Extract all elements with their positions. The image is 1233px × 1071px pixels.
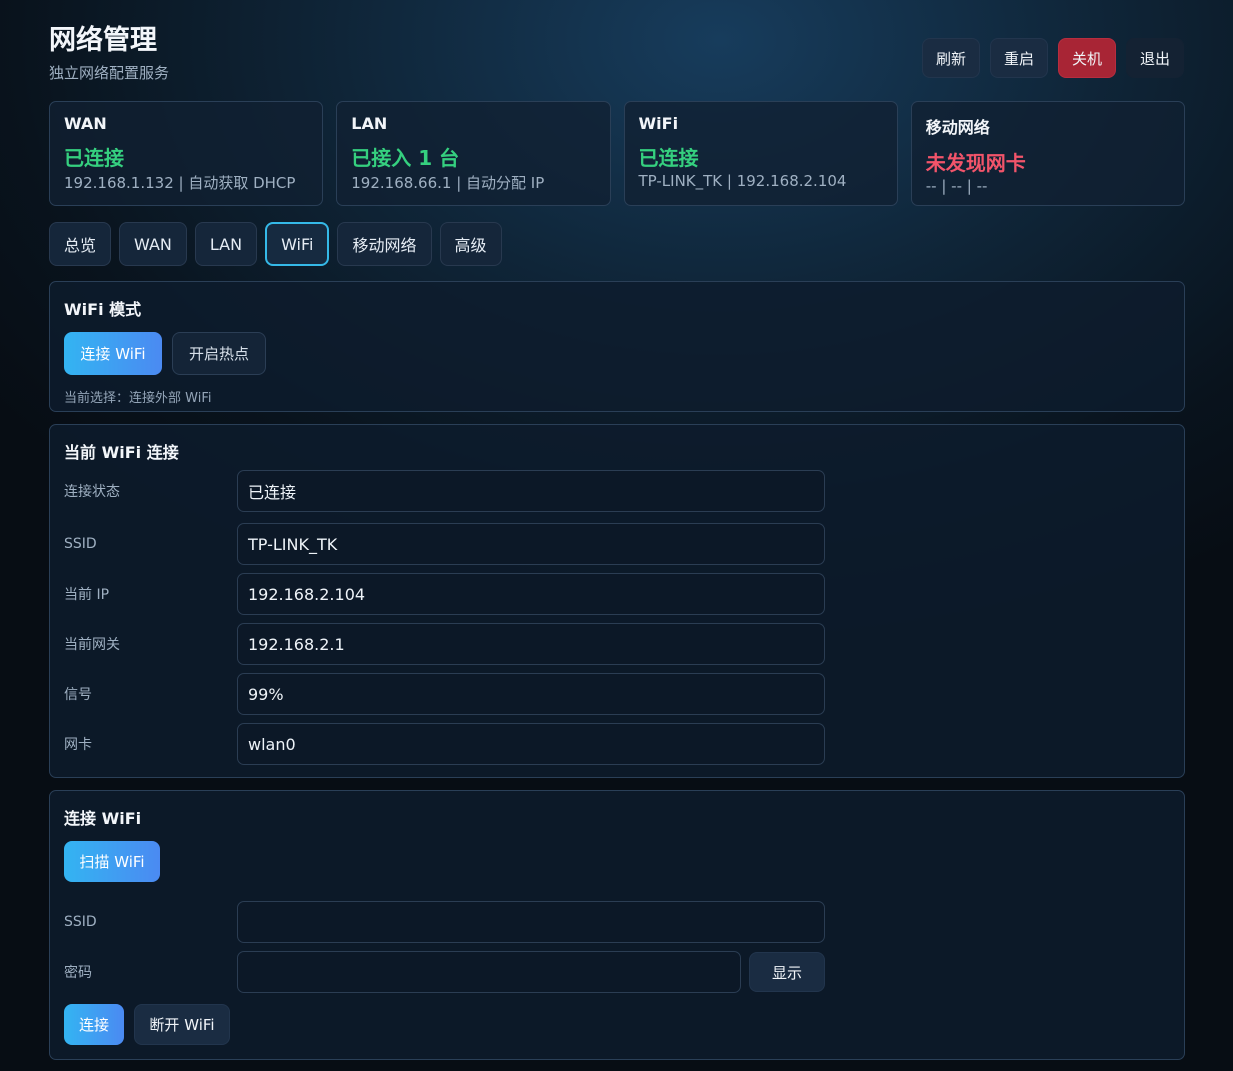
- connect-button[interactable]: 连接: [64, 1004, 124, 1045]
- current-wifi-row: 网卡 wlan0: [64, 723, 825, 765]
- wifi-card-label: WiFi: [638, 114, 679, 133]
- gateway-value: 192.168.2.1: [237, 623, 825, 665]
- tab-wifi[interactable]: WiFi: [265, 222, 330, 266]
- current-ip-value: 192.168.2.104: [237, 573, 825, 615]
- connection-status-label: 连接状态: [64, 484, 120, 500]
- current-wifi-panel: 当前 WiFi 连接 连接状态 已连接 SSID TP-LINK_TK 当前 I…: [49, 424, 1185, 778]
- connect-wifi-mode-button[interactable]: 连接 WiFi: [64, 332, 162, 375]
- wifi-card-status: 已连接: [638, 146, 699, 170]
- wifi-mode-title: WiFi 模式: [64, 300, 142, 319]
- lan-status-card: LAN 已接入 1 台 192.168.66.1 | 自动分配 IP: [336, 101, 611, 206]
- mobile-status-card: 移动网络 未发现网卡 -- | -- | --: [910, 101, 1185, 206]
- connect-actions: 连接 断开 WiFi: [64, 1004, 230, 1045]
- connection-status-value: 已连接: [237, 470, 825, 512]
- wifi-mode-hint: 当前选择：连接外部 WiFi: [64, 391, 212, 406]
- ssid-label: SSID: [64, 536, 97, 552]
- nic-value: wlan0: [237, 723, 825, 765]
- ssid-input[interactable]: [237, 901, 825, 943]
- wifi-mode-buttons: 连接 WiFi 开启热点: [64, 332, 1170, 375]
- tab-lan[interactable]: LAN: [194, 222, 258, 266]
- wan-card-label: WAN: [64, 114, 107, 133]
- wifi-mode-panel: WiFi 模式 连接 WiFi 开启热点 当前选择：连接外部 WiFi: [49, 281, 1185, 412]
- tab-bar: 总览 WAN LAN WiFi 移动网络 高级: [49, 222, 502, 266]
- signal-label: 信号: [64, 687, 92, 703]
- hotspot-mode-button[interactable]: 开启热点: [172, 332, 266, 375]
- current-wifi-row: 当前 IP 192.168.2.104: [64, 573, 825, 615]
- tab-advanced[interactable]: 高级: [439, 222, 502, 266]
- current-wifi-row: SSID TP-LINK_TK: [64, 523, 825, 565]
- disconnect-wifi-button[interactable]: 断开 WiFi: [134, 1004, 230, 1045]
- current-wifi-row: 连接状态 已连接: [64, 470, 825, 512]
- current-wifi-row: 信号 99%: [64, 673, 825, 715]
- mobile-card-label: 移动网络: [925, 118, 990, 137]
- page-subtitle: 独立网络配置服务: [49, 64, 170, 82]
- refresh-button[interactable]: 刷新: [921, 38, 980, 78]
- shutdown-button[interactable]: 关机: [1057, 38, 1116, 78]
- wifi-status-card: WiFi 已连接 TP-LINK_TK | 192.168.2.104: [623, 101, 898, 206]
- ssid-input-row: SSID: [64, 901, 825, 943]
- wan-card-detail: 192.168.1.132 | 自动获取 DHCP: [64, 174, 296, 192]
- tab-mobile[interactable]: 移动网络: [337, 222, 432, 266]
- status-cards: WAN 已连接 192.168.1.132 | 自动获取 DHCP LAN 已接…: [49, 101, 1185, 206]
- ssid-input-label: SSID: [64, 914, 97, 930]
- lan-card-detail: 192.168.66.1 | 自动分配 IP: [351, 174, 545, 192]
- lan-card-status: 已接入 1 台: [351, 146, 460, 170]
- password-input[interactable]: [237, 951, 741, 993]
- ssid-value: TP-LINK_TK: [237, 523, 825, 565]
- page-title: 网络管理: [49, 25, 157, 56]
- connect-wifi-panel: 连接 WiFi 扫描 WiFi SSID 密码 显示 连接 断开 WiFi: [49, 790, 1185, 1060]
- signal-value: 99%: [237, 673, 825, 715]
- current-ip-label: 当前 IP: [64, 587, 110, 603]
- tab-wan[interactable]: WAN: [119, 222, 187, 266]
- current-wifi-title: 当前 WiFi 连接: [64, 443, 179, 462]
- nic-label: 网卡: [64, 737, 92, 753]
- logout-button[interactable]: 退出: [1125, 38, 1184, 78]
- restart-button[interactable]: 重启: [989, 38, 1048, 78]
- gateway-label: 当前网关: [64, 637, 120, 653]
- mobile-card-status: 未发现网卡: [925, 151, 1026, 175]
- top-actions: 刷新 重启 关机 退出: [921, 38, 1184, 78]
- mobile-card-detail: -- | -- | --: [925, 177, 988, 195]
- connect-wifi-title: 连接 WiFi: [64, 809, 142, 828]
- page-header: 网络管理 独立网络配置服务: [49, 24, 169, 83]
- scan-wifi-button[interactable]: 扫描 WiFi: [64, 841, 160, 882]
- wan-status-card: WAN 已连接 192.168.1.132 | 自动获取 DHCP: [49, 101, 324, 206]
- tab-overview[interactable]: 总览: [49, 222, 112, 266]
- password-input-label: 密码: [64, 965, 92, 981]
- show-password-button[interactable]: 显示: [749, 952, 825, 992]
- wan-card-status: 已连接: [64, 146, 124, 170]
- password-input-row: 密码 显示: [64, 951, 825, 993]
- wifi-card-detail: TP-LINK_TK | 192.168.2.104: [638, 172, 847, 190]
- lan-card-label: LAN: [351, 114, 388, 133]
- current-wifi-row: 当前网关 192.168.2.1: [64, 623, 825, 665]
